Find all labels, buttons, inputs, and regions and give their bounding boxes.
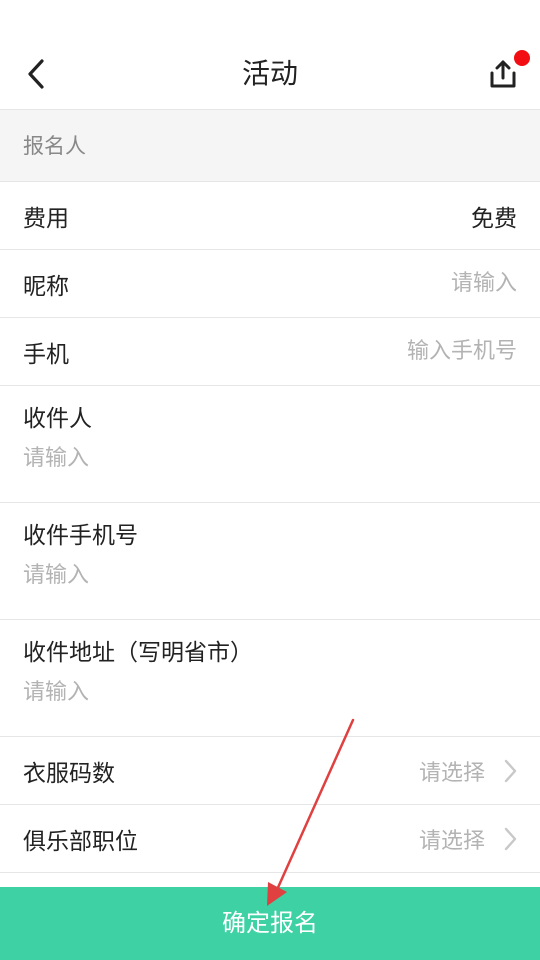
club-position-placeholder: 请选择 — [418, 828, 485, 854]
clothing-size-placeholder: 请选择 — [418, 760, 485, 786]
back-button[interactable] — [14, 52, 58, 96]
chevron-right-icon — [504, 759, 517, 782]
address-input[interactable] — [23, 680, 503, 705]
clothing-size-label: 衣服码数 — [23, 760, 115, 787]
recipient-phone-label: 收件手机号 — [23, 523, 138, 549]
phone-label: 手机 — [23, 341, 69, 368]
chevron-left-icon — [28, 59, 44, 89]
recipient-row: 收件人 — [0, 386, 540, 503]
app-screen: 活动 报名人 费用 免费 昵称 手机 收件人 收件手机号 收件地址（写明省市） — [0, 0, 540, 960]
recipient-label: 收件人 — [23, 406, 92, 432]
clothing-size-select[interactable]: 请选择 — [419, 755, 517, 787]
share-button[interactable] — [480, 50, 530, 96]
nickname-input[interactable] — [297, 271, 517, 296]
club-position-select[interactable]: 请选择 — [419, 823, 517, 855]
club-position-row[interactable]: 俱乐部职位 请选择 — [0, 805, 540, 873]
phone-input[interactable] — [297, 339, 517, 364]
notification-dot — [514, 50, 530, 66]
chevron-right-icon — [504, 827, 517, 850]
share-upload-icon — [490, 60, 516, 88]
club-position-label: 俱乐部职位 — [23, 828, 138, 855]
recipient-phone-row: 收件手机号 — [0, 503, 540, 620]
fee-value: 免费 — [471, 205, 517, 232]
fee-row: 费用 免费 — [0, 182, 540, 250]
nav-bar: 活动 — [0, 38, 540, 110]
page-title: 活动 — [241, 57, 298, 90]
recipient-phone-input[interactable] — [23, 563, 503, 588]
nickname-label: 昵称 — [23, 273, 69, 300]
phone-row: 手机 — [0, 318, 540, 386]
address-label: 收件地址（写明省市） — [23, 640, 253, 666]
nickname-row: 昵称 — [0, 250, 540, 318]
recipient-input[interactable] — [23, 446, 503, 471]
fee-label: 费用 — [23, 205, 69, 232]
clothing-size-row[interactable]: 衣服码数 请选择 — [0, 737, 540, 805]
status-bar — [0, 0, 540, 38]
submit-button[interactable]: 确定报名 — [0, 887, 540, 960]
address-row: 收件地址（写明省市） — [0, 620, 540, 737]
section-header: 报名人 — [0, 110, 540, 182]
